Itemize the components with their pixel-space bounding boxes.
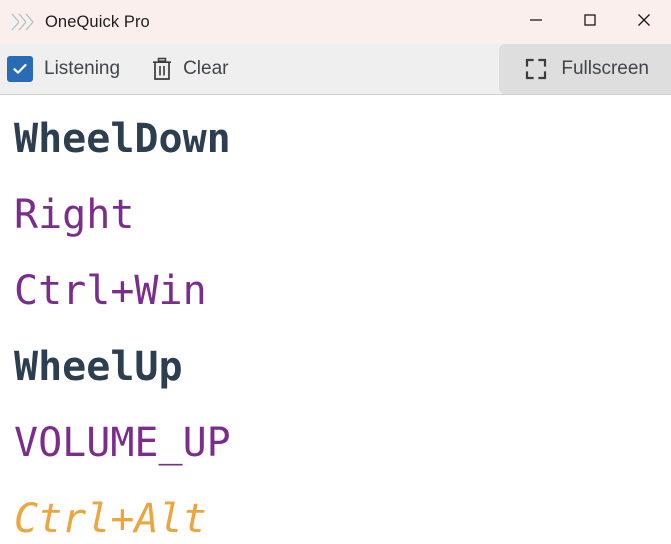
log-entry: Right <box>14 192 135 238</box>
close-button[interactable] <box>617 0 671 44</box>
trash-icon <box>152 57 172 81</box>
title-bar[interactable]: OneQuick Pro <box>0 0 671 44</box>
window-title: OneQuick Pro <box>45 12 150 31</box>
event-log-list[interactable]: WheelDown Right Ctrl+Win WheelUp VOLUME_UP Ct… <box>0 95 671 544</box>
fullscreen-label: Fullscreen <box>561 58 649 79</box>
minimize-icon <box>528 12 544 33</box>
fullscreen-icon <box>525 58 547 80</box>
clear-label: Clear <box>183 58 229 79</box>
maximize-icon <box>582 12 598 33</box>
log-entry: WheelDown <box>14 116 231 162</box>
app-window: OneQuick Pro Listening Clear Fullscreen … <box>0 0 671 544</box>
log-entry: WheelUp <box>14 344 183 390</box>
log-entry: VOLUME_UP <box>14 420 231 466</box>
check-icon <box>13 63 27 74</box>
maximize-button[interactable] <box>563 0 617 44</box>
listening-toggle[interactable]: Listening <box>0 44 138 94</box>
clear-button[interactable]: Clear <box>138 44 242 94</box>
window-controls <box>509 0 671 44</box>
close-icon <box>635 11 653 34</box>
log-entry: Ctrl+Win <box>14 268 207 314</box>
listening-checkbox[interactable] <box>7 56 33 82</box>
toolbar: Listening Clear Fullscreen <box>0 44 671 95</box>
chevrons-icon <box>10 11 36 33</box>
minimize-button[interactable] <box>509 0 563 44</box>
fullscreen-button[interactable]: Fullscreen <box>499 44 671 94</box>
title-bar-left: OneQuick Pro <box>0 11 150 33</box>
log-entry: Ctrl+Alt <box>14 496 207 542</box>
listening-label: Listening <box>44 58 121 79</box>
